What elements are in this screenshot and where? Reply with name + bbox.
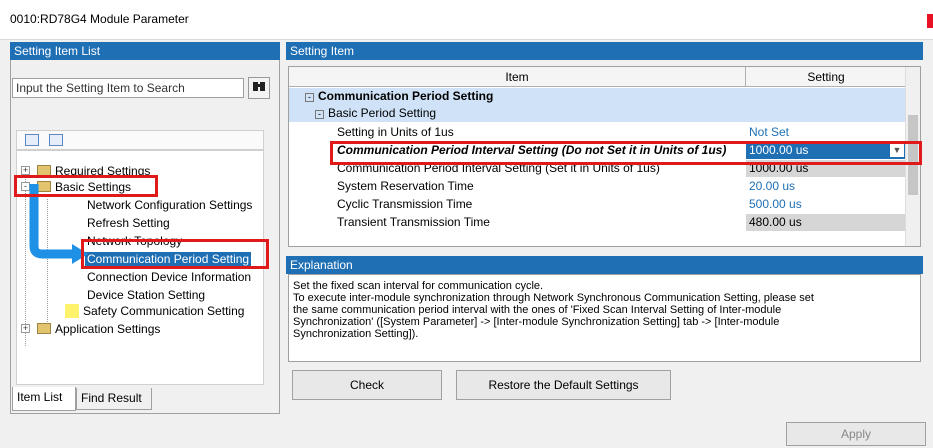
setting-item-list-header: Setting Item List — [10, 42, 280, 60]
explanation-line: Set the fixed scan interval for communic… — [293, 280, 544, 292]
collapse-all-icon[interactable] — [49, 134, 63, 146]
tree-item-refresh-setting[interactable]: Refresh Setting — [87, 215, 170, 231]
row-item-label: Transient Transmission Time — [337, 215, 490, 229]
close-icon[interactable] — [927, 14, 933, 28]
tree-label: Network Topology — [87, 234, 183, 248]
table-row[interactable]: Setting in Units of 1us Not Set — [289, 124, 906, 141]
explanation-text: Set the fixed scan interval for communic… — [288, 274, 921, 362]
setting-item-header: Setting Item — [286, 42, 923, 60]
grid-header: Item Setting — [289, 67, 906, 87]
search-input[interactable]: Input the Setting Item to Search — [12, 78, 244, 98]
tree-label: Connection Device Information — [87, 270, 252, 284]
table-row[interactable]: Cyclic Transmission Time 500.00 us — [289, 196, 906, 213]
binoculars-icon — [253, 82, 265, 91]
search-button[interactable] — [248, 77, 270, 99]
table-row[interactable]: System Reservation Time 20.00 us — [289, 178, 906, 195]
title-bar: 0010:RD78G4 Module Parameter — [0, 0, 933, 40]
row-setting-value[interactable]: 20.00 us — [746, 178, 906, 195]
tree-label: Network Configuration Settings — [87, 198, 253, 212]
row-item-label: System Reservation Time — [337, 179, 474, 193]
tree-label: Device Station Setting — [87, 288, 206, 302]
scrollbar-thumb[interactable] — [908, 115, 918, 195]
table-row[interactable]: Communication Period Interval Setting (D… — [289, 142, 906, 159]
tree-item-connection-device[interactable]: Connection Device Information — [87, 269, 251, 285]
row-item-label: Cyclic Transmission Time — [337, 197, 473, 211]
row-setting-value — [746, 105, 906, 122]
tree-label: Required Settings — [55, 164, 151, 178]
restore-defaults-button[interactable]: Restore the Default Settings — [456, 370, 671, 400]
expand-icon[interactable]: + — [21, 324, 30, 333]
tab-find-result[interactable]: Find Result — [76, 388, 152, 410]
row-setting-value — [746, 88, 906, 105]
window-title: 0010:RD78G4 Module Parameter — [10, 12, 189, 26]
tree-item-network-topology[interactable]: Network Topology — [87, 233, 182, 249]
tree-item-required-settings[interactable]: + Required Settings — [19, 163, 150, 179]
safety-icon — [65, 304, 79, 318]
row-setting-value: 480.00 us — [746, 214, 906, 231]
table-row[interactable]: Transient Transmission Time 480.00 us — [289, 214, 906, 231]
row-setting-value[interactable]: 500.00 us — [746, 196, 906, 213]
row-setting-value: 1000.00 us — [746, 160, 906, 177]
arrow-annotation-icon — [29, 184, 88, 264]
check-button[interactable]: Check — [292, 370, 442, 400]
collapse-icon[interactable]: - — [315, 110, 324, 119]
explanation-line: Synchronization Setting]). — [293, 328, 419, 340]
tree-item-application-settings[interactable]: + Application Settings — [19, 321, 160, 337]
tree-label: Safety Communication Setting — [83, 304, 245, 318]
folder-icon — [37, 323, 51, 334]
tree-toolbar — [16, 130, 264, 150]
collapse-icon[interactable]: - — [305, 93, 314, 102]
row-item-label: Basic Period Setting — [328, 106, 437, 120]
table-row[interactable]: Communication Period Interval Setting (S… — [289, 160, 906, 177]
column-header-setting: Setting — [807, 70, 845, 84]
tree-item-communication-period[interactable]: Communication Period Setting — [85, 251, 252, 267]
expand-icon[interactable]: + — [21, 166, 30, 175]
setting-grid: Item Setting - Communication Period Setti… — [288, 66, 921, 247]
row-setting-value: 1000.00 us — [749, 143, 809, 157]
expand-all-icon[interactable] — [25, 134, 39, 146]
explanation-header: Explanation — [286, 256, 923, 274]
column-header-item: Item — [289, 67, 746, 87]
tree-label: Refresh Setting — [87, 216, 170, 230]
tree-item-device-station[interactable]: Device Station Setting — [87, 287, 205, 303]
row-item-label: Communication Period Setting — [318, 89, 494, 103]
explanation-line: the same communication period interval w… — [293, 304, 782, 316]
tree-item-safety-communication[interactable]: Safety Communication Setting — [65, 303, 244, 319]
explanation-line: To execute inter-module synchronization … — [293, 292, 814, 304]
tree-label: Application Settings — [55, 322, 161, 336]
row-item-label: Setting in Units of 1us — [337, 125, 454, 139]
grid-scrollbar[interactable] — [905, 67, 920, 246]
row-item-label: Communication Period Interval Setting (D… — [337, 143, 727, 157]
row-setting-value[interactable]: Not Set — [746, 124, 906, 141]
setting-dropdown[interactable]: 1000.00 us ▼ — [746, 142, 906, 159]
tab-item-list[interactable]: Item List — [12, 387, 76, 411]
tree-label: Communication Period Setting — [85, 252, 252, 266]
explanation-line: Synchronization' ([System Parameter] -> … — [293, 316, 780, 328]
row-item-label: Communication Period Interval Setting (S… — [337, 161, 660, 175]
chevron-down-icon[interactable]: ▼ — [890, 143, 904, 157]
folder-icon — [37, 165, 51, 176]
apply-button[interactable]: Apply — [786, 422, 926, 446]
table-row[interactable]: - Basic Period Setting — [289, 105, 906, 122]
table-row[interactable]: - Communication Period Setting — [289, 88, 906, 105]
tree-item-network-configuration[interactable]: Network Configuration Settings — [87, 197, 252, 213]
